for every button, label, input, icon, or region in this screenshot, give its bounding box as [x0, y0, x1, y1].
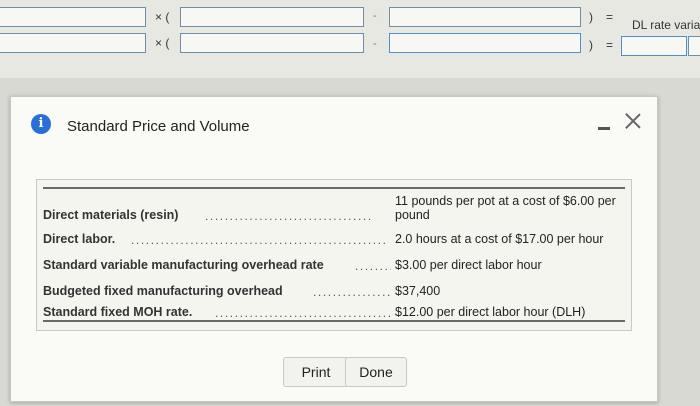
background-form: × ( - ) = DL rate varia × ( - ) = — [0, 0, 700, 78]
row-value-line2: pound — [395, 208, 430, 222]
dialog-title: Standard Price and Volume — [67, 118, 250, 135]
row-label: Standard fixed MOH rate. — [43, 305, 193, 319]
dialog-header: i Standard Price and Volume — [11, 97, 657, 157]
row-label: Direct materials (resin) — [43, 208, 179, 222]
info-icon: i — [31, 114, 51, 134]
table-bottom-rule — [43, 320, 625, 322]
input-field[interactable] — [180, 7, 364, 27]
minimize-icon[interactable] — [598, 127, 610, 130]
close-paren: ) — [589, 10, 593, 24]
equals-sign: = — [606, 10, 614, 24]
input-field[interactable] — [0, 7, 146, 27]
table-top-rule — [43, 187, 625, 189]
result-field-partial[interactable] — [688, 36, 700, 56]
leader-dots: .................................. — [205, 209, 373, 223]
input-field[interactable] — [389, 33, 581, 53]
row-value: $3.00 per direct labor hour — [395, 258, 542, 272]
leader-dots: ................ — [313, 285, 391, 299]
result-field[interactable] — [621, 36, 687, 56]
row-value: $12.00 per direct labor hour (DLH) — [395, 305, 586, 319]
standard-price-volume-dialog: i Standard Price and Volume Direct mater… — [10, 96, 658, 402]
table-row: Direct labor. ..........................… — [43, 232, 625, 254]
leader-dots: ........ — [355, 259, 391, 273]
input-field[interactable] — [180, 33, 364, 53]
row-value: $37,400 — [395, 284, 441, 298]
dl-rate-variance-label: DL rate varia — [632, 18, 700, 32]
equals-sign: = — [606, 38, 614, 52]
minus-sign: - — [373, 10, 377, 22]
leader-dots: ........................................… — [131, 233, 388, 247]
row-label: Direct labor. — [43, 232, 116, 246]
done-button[interactable]: Done — [345, 357, 407, 387]
table-row: Direct materials (resin) ...............… — [43, 194, 625, 226]
multiply-paren: × ( — [155, 36, 170, 50]
minus-sign: - — [373, 38, 377, 50]
close-icon[interactable] — [623, 111, 643, 131]
close-paren: ) — [589, 38, 593, 52]
multiply-paren: × ( — [155, 10, 170, 24]
row-label: Budgeted fixed manufacturing overhead — [43, 284, 283, 298]
print-button[interactable]: Print — [283, 357, 349, 387]
row-value-line1: 11 pounds per pot at a cost of $6.00 per — [395, 194, 616, 208]
row-value: 2.0 hours at a cost of $17.00 per hour — [395, 232, 604, 246]
row-label: Standard variable manufacturing overhead… — [43, 258, 324, 272]
input-field[interactable] — [389, 7, 581, 27]
standards-table: Direct materials (resin) ...............… — [36, 179, 632, 331]
table-row: Standard variable manufacturing overhead… — [43, 258, 625, 280]
input-field[interactable] — [0, 33, 146, 53]
row-value: 11 pounds per pot at a cost of $6.00 per… — [395, 194, 616, 222]
